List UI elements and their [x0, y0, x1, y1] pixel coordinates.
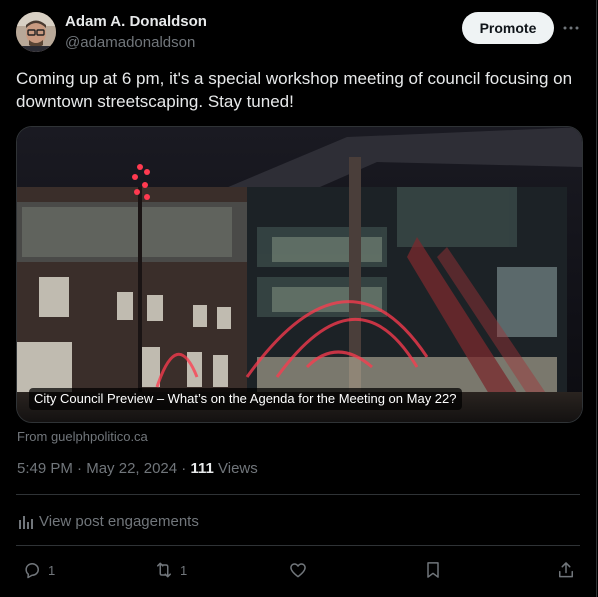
post-text: Coming up at 6 pm, it's a special worksh…: [16, 69, 573, 111]
view-engagements-link[interactable]: View post engagements: [17, 513, 199, 530]
repost-button[interactable]: 1: [154, 560, 187, 580]
ellipsis-icon[interactable]: [562, 18, 580, 38]
bookmark-icon: [427, 562, 439, 578]
post-meta: 5:49 PM · May 22, 2024 · 111 Views: [17, 460, 258, 477]
avatar-image: [16, 12, 56, 52]
heart-icon: [290, 563, 306, 578]
promote-button[interactable]: Promote: [462, 12, 554, 44]
share-icon: [559, 562, 573, 578]
reply-count: 1: [48, 562, 56, 578]
tweet-card: Adam A. Donaldson @adamadonaldson Promot…: [0, 0, 597, 597]
post-date[interactable]: May 22, 2024: [86, 460, 177, 477]
view-engagements-label: View post engagements: [39, 513, 199, 530]
bookmark-button[interactable]: [423, 560, 443, 580]
link-source[interactable]: From guelphpolitico.ca: [17, 429, 148, 444]
tweet-header: Adam A. Donaldson @adamadonaldson Promot…: [16, 12, 580, 54]
reply-button[interactable]: 1: [22, 560, 55, 580]
avatar[interactable]: [16, 12, 56, 52]
divider: [16, 545, 580, 546]
like-button[interactable]: [288, 560, 308, 580]
views-label: Views: [213, 460, 258, 477]
divider: [16, 494, 580, 495]
repost-icon: [157, 562, 171, 578]
analytics-icon: [19, 516, 33, 529]
author-handle[interactable]: @adamadonaldson: [65, 34, 195, 51]
repost-count: 1: [180, 562, 188, 578]
action-bar: 1 1: [16, 560, 580, 586]
post-time[interactable]: 5:49 PM: [17, 460, 73, 477]
author-name[interactable]: Adam A. Donaldson: [65, 13, 207, 30]
share-button[interactable]: [556, 560, 576, 580]
meta-separator: ·: [177, 460, 191, 477]
link-card-image: [17, 127, 582, 422]
meta-separator: ·: [72, 460, 87, 477]
views-count: 111: [190, 460, 214, 477]
link-card-title[interactable]: City Council Preview – What’s on the Age…: [29, 388, 462, 410]
reply-icon: [25, 563, 39, 579]
link-card[interactable]: City Council Preview – What’s on the Age…: [16, 126, 583, 423]
